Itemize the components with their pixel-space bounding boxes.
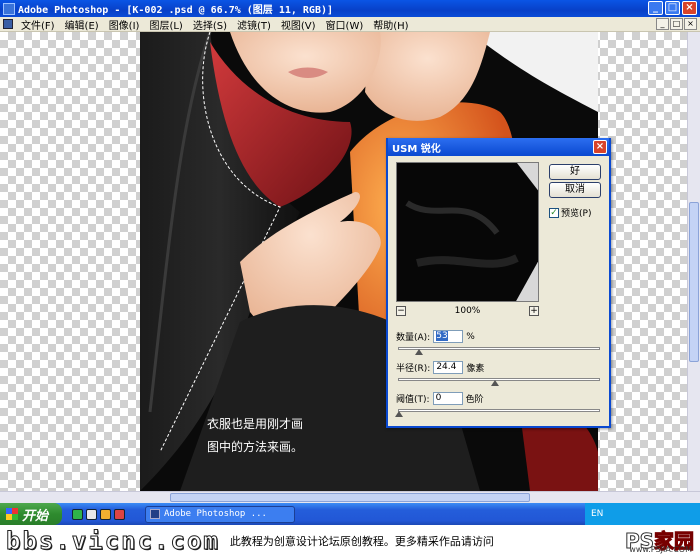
- menu-filter[interactable]: 滤镜(T): [232, 17, 276, 32]
- filter-preview[interactable]: [396, 162, 539, 302]
- copyright-notice: 此教程为创意设计论坛原创教程。更多精采作品请访问: [229, 535, 494, 548]
- menu-layer[interactable]: 图层(L): [144, 17, 187, 32]
- photoshop-task-icon: [150, 509, 160, 519]
- doc-minimize-button[interactable]: _: [656, 18, 669, 30]
- vertical-scroll-thumb[interactable]: [689, 202, 699, 362]
- menu-window[interactable]: 窗口(W): [321, 17, 369, 32]
- amount-input[interactable]: 53: [433, 330, 464, 343]
- amount-slider-knob[interactable]: [415, 349, 423, 355]
- logo-url: www.PSJIA.COM: [629, 545, 692, 554]
- doc-close-button[interactable]: ×: [684, 18, 697, 30]
- windows-taskbar: 开始 Adobe Photoshop ... EN: [0, 503, 700, 525]
- taskbar-photoshop-button[interactable]: Adobe Photoshop ...: [145, 505, 295, 523]
- dialog-titlebar[interactable]: USM 锐化: [388, 138, 609, 156]
- minimize-button[interactable]: _: [648, 1, 663, 15]
- language-indicator[interactable]: EN: [591, 509, 603, 519]
- threshold-input[interactable]: 0: [432, 392, 463, 405]
- preview-image: [397, 163, 538, 301]
- threshold-unit: 色阶: [465, 395, 484, 405]
- zoom-in-button[interactable]: +: [529, 306, 539, 316]
- menu-help[interactable]: 帮助(H): [368, 17, 413, 32]
- threshold-slider-knob[interactable]: [395, 411, 403, 417]
- windows-logo-icon: [6, 508, 18, 520]
- checkmark-icon: ✓: [549, 207, 559, 218]
- tutorial-annotation: 衣服也是用刚才画 图中的方法来画。: [207, 413, 303, 459]
- zoom-level: 100%: [454, 306, 481, 316]
- radius-slider-knob[interactable]: [491, 380, 499, 386]
- menu-bar: 文件(F) 编辑(E) 图像(I) 图层(L) 选择(S) 滤镜(T) 视图(V…: [0, 17, 700, 32]
- radius-row: 半径(R): 24.4 像素: [396, 361, 484, 374]
- taskbar-task-label: Adobe Photoshop ...: [164, 509, 267, 519]
- start-label: 开始: [22, 508, 49, 524]
- document-icon[interactable]: [3, 19, 13, 29]
- annotation-line-1: 衣服也是用刚才画: [207, 417, 304, 431]
- quicklaunch-icon-1[interactable]: [72, 508, 83, 520]
- amount-row: 数量(A): 53 %: [396, 330, 475, 343]
- preview-checkbox-label: 预览(P): [561, 209, 592, 219]
- dialog-title: USM 锐化: [392, 143, 441, 155]
- horizontal-scroll-thumb[interactable]: [170, 493, 530, 502]
- preview-checkbox[interactable]: ✓ 预览(P): [549, 206, 591, 219]
- amount-slider[interactable]: [398, 347, 600, 355]
- menu-select[interactable]: 选择(S): [188, 17, 232, 32]
- photoshop-app-icon: [3, 2, 15, 15]
- menu-view[interactable]: 视图(V): [276, 17, 321, 32]
- threshold-slider[interactable]: [395, 409, 600, 417]
- menu-file[interactable]: 文件(F): [16, 17, 60, 32]
- document-window-controls: _ □ ×: [656, 18, 697, 30]
- window-title: Adobe Photoshop - [K-002 .psd @ 66.7% (图…: [18, 5, 334, 16]
- ok-button[interactable]: 好: [549, 164, 601, 180]
- annotation-line-2: 图中的方法来画。: [207, 440, 304, 454]
- dialog-close-button[interactable]: ×: [593, 140, 607, 154]
- horizontal-scrollbar[interactable]: [0, 491, 700, 503]
- vertical-scrollbar[interactable]: [687, 32, 700, 491]
- maximize-button[interactable]: □: [665, 1, 680, 15]
- menu-image[interactable]: 图像(I): [104, 17, 145, 32]
- site-watermark: bbs.vicnc.com: [6, 527, 220, 556]
- window-controls: _ □ ×: [648, 1, 697, 15]
- preview-zoom-row: − 100% +: [396, 306, 539, 318]
- radius-unit: 像素: [466, 364, 485, 374]
- close-button[interactable]: ×: [682, 1, 697, 15]
- amount-value: 53: [436, 331, 448, 341]
- doc-maximize-button[interactable]: □: [670, 18, 683, 30]
- amount-unit: %: [466, 331, 475, 342]
- radius-input[interactable]: 24.4: [433, 361, 464, 374]
- cancel-button[interactable]: 取消: [549, 182, 601, 198]
- tutorial-banner: bbs.vicnc.com 此教程为创意设计论坛原创教程。更多精采作品请访问 P…: [0, 525, 700, 557]
- threshold-row: 阈值(T): 0 色阶: [396, 392, 484, 405]
- threshold-label: 阈值(T):: [396, 395, 430, 405]
- start-button[interactable]: 开始: [0, 503, 62, 525]
- amount-label: 数量(A):: [396, 333, 431, 343]
- media-player-icon[interactable]: [100, 508, 111, 520]
- system-tray: EN: [585, 503, 700, 525]
- menu-edit[interactable]: 编辑(E): [60, 17, 104, 32]
- quicklaunch-icon-4[interactable]: [114, 508, 125, 520]
- quick-launch: [72, 508, 125, 520]
- radius-slider[interactable]: [398, 378, 600, 386]
- usm-sharpen-dialog: USM 锐化 × − 100% + 好 取消 ✓ 预览(P) 数量(A): 53…: [386, 138, 611, 428]
- radius-label: 半径(R):: [396, 364, 431, 374]
- quicklaunch-icon-2[interactable]: [86, 508, 97, 520]
- window-titlebar[interactable]: Adobe Photoshop - [K-002 .psd @ 66.7% (图…: [0, 0, 700, 17]
